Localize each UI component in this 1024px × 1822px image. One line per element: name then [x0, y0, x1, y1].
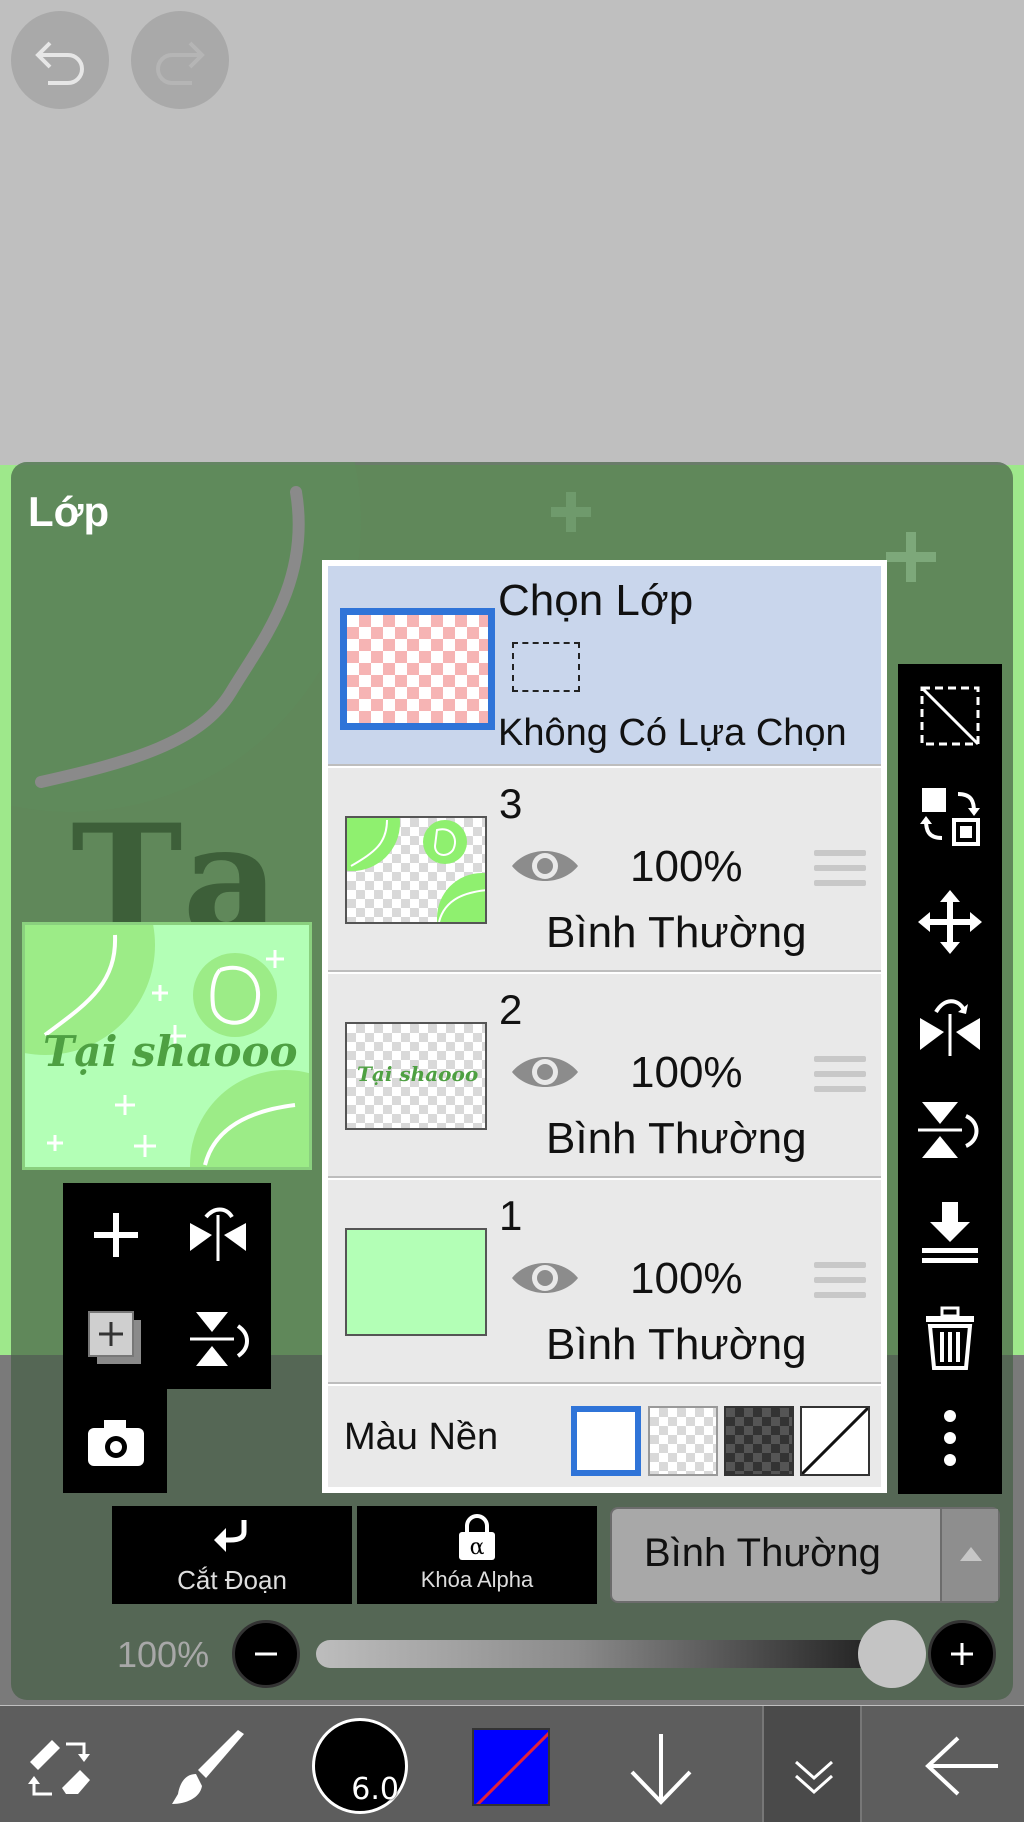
layer-list: Chọn Lớp Không Có Lựa Chọn 3 100% Bình T…	[322, 560, 887, 1493]
background-white-swatch[interactable]	[571, 1406, 641, 1476]
more-options-icon[interactable]	[918, 1406, 982, 1470]
drag-handle-icon[interactable]	[814, 850, 866, 894]
flip-vertical-icon	[190, 1312, 249, 1366]
visibility-eye-icon[interactable]	[510, 844, 580, 888]
camera-icon	[88, 1420, 144, 1466]
layer-2-thumb-text: Tại shaooo	[357, 1062, 479, 1086]
layers-button[interactable]	[762, 1706, 862, 1822]
layer-opacity: 100%	[630, 842, 743, 891]
trash-icon[interactable]	[918, 1306, 982, 1370]
brush-icon[interactable]	[170, 1728, 250, 1808]
background-dark-checker-swatch[interactable]	[724, 1406, 794, 1476]
flip-layer-horizontal-button[interactable]	[186, 1205, 250, 1265]
layer-3-artwork	[347, 818, 485, 922]
visibility-eye-icon[interactable]	[510, 1256, 580, 1300]
layer-actions-toolbar	[898, 664, 1002, 1494]
layer-thumb-1	[345, 1228, 487, 1336]
clipping-label: Cắt Đoạn	[177, 1565, 287, 1595]
redo-icon	[156, 41, 205, 85]
canvas-preview[interactable]: Tại shaooo	[22, 922, 312, 1170]
opacity-label: 100%	[117, 1634, 210, 1675]
layer-blend-mode: Bình Thường	[546, 908, 807, 957]
drag-handle-icon[interactable]	[814, 1056, 866, 1100]
selection-layer-row[interactable]: Chọn Lớp Không Có Lựa Chọn	[328, 566, 881, 766]
background-color-row: Màu Nền	[328, 1386, 881, 1487]
chevron-up-icon	[960, 1547, 982, 1561]
arrow-down-icon[interactable]	[626, 1730, 696, 1806]
background-color-label: Màu Nền	[344, 1416, 499, 1458]
layer-opacity: 100%	[630, 1254, 743, 1303]
blend-mode-value: Bình Thường	[644, 1531, 881, 1575]
clipping-icon	[214, 1520, 247, 1552]
selection-layer-thumb	[340, 608, 495, 730]
alpha-lock-button[interactable]: α Khóa Alpha	[357, 1506, 597, 1604]
opacity-decrease-button[interactable]	[232, 1620, 300, 1688]
blend-mode-arrow[interactable]	[940, 1509, 998, 1601]
opacity-increase-button[interactable]	[928, 1620, 996, 1688]
plus-icon	[951, 1643, 973, 1665]
svg-text:α: α	[470, 1535, 485, 1560]
alpha-lock-label: Khóa Alpha	[420, 1567, 534, 1592]
layer-number: 1	[499, 1192, 523, 1239]
chevron-double-down-icon	[795, 1760, 833, 1795]
move-icon[interactable]	[918, 890, 982, 954]
duplicate-layer-icon	[88, 1311, 141, 1364]
layer-opacity: 100%	[630, 1048, 743, 1097]
tool-switch-icon[interactable]	[22, 1732, 98, 1804]
back-arrow-icon[interactable]	[924, 1734, 1000, 1798]
brush-size-button[interactable]: 6.0	[312, 1718, 408, 1814]
layer-row-1[interactable]: 1 100% Bình Thường	[328, 1180, 881, 1384]
background-none-swatch[interactable]	[800, 1406, 870, 1476]
undo-icon	[35, 41, 84, 85]
layer-row-2[interactable]: Tại shaooo 2 100% Bình Thường	[328, 974, 881, 1178]
selection-status: Không Có Lựa Chọn	[498, 712, 847, 754]
import-photo-button[interactable]	[86, 1418, 146, 1468]
deselect-icon[interactable]	[918, 684, 982, 748]
plus-icon	[94, 1213, 138, 1257]
flip-layer-vertical-button[interactable]	[188, 1308, 252, 1370]
color-swatch-button[interactable]	[472, 1728, 550, 1806]
layer-blend-mode: Bình Thường	[546, 1114, 807, 1163]
selection-layer-title: Chọn Lớp	[498, 576, 694, 625]
visibility-eye-icon[interactable]	[510, 1050, 580, 1094]
layer-number: 3	[499, 780, 523, 827]
flip-horizontal-icon[interactable]	[918, 994, 982, 1058]
brush-size-value: 6.0	[351, 1772, 399, 1807]
layer-thumb-2: Tại shaooo	[345, 1022, 487, 1130]
opacity-slider[interactable]	[316, 1640, 896, 1668]
undo-button[interactable]	[11, 11, 109, 109]
redo-button[interactable]	[131, 11, 229, 109]
minus-icon	[255, 1652, 277, 1656]
color-swatch-slash	[475, 1731, 548, 1804]
drag-handle-icon[interactable]	[814, 1262, 866, 1306]
merge-down-icon[interactable]	[918, 1200, 982, 1264]
layer-number: 2	[499, 986, 523, 1033]
diagonal-line-icon	[800, 1406, 870, 1476]
duplicate-layer-button[interactable]	[87, 1310, 145, 1368]
selection-marquee-icon	[512, 642, 580, 692]
transfer-selection-icon[interactable]	[918, 784, 982, 848]
add-layer-button[interactable]	[88, 1207, 144, 1263]
clipping-button[interactable]: Cắt Đoạn	[112, 1506, 352, 1604]
blend-mode-select[interactable]: Bình Thường	[610, 1507, 1000, 1603]
lock-icon: α	[459, 1514, 495, 1560]
flip-horizontal-icon	[190, 1207, 246, 1261]
preview-text: Tại shaooo	[43, 1027, 298, 1076]
background-transparent-swatch[interactable]	[648, 1406, 718, 1476]
layer-thumb-3	[345, 816, 487, 924]
bottom-toolbar: 6.0	[0, 1706, 1024, 1822]
flip-vertical-icon[interactable]	[918, 1098, 982, 1162]
opacity-slider-knob[interactable]	[858, 1620, 926, 1688]
layer-blend-mode: Bình Thường	[546, 1320, 807, 1369]
panel-title: Lớp	[28, 488, 110, 535]
layer-row-3[interactable]: 3 100% Bình Thường	[328, 768, 881, 972]
